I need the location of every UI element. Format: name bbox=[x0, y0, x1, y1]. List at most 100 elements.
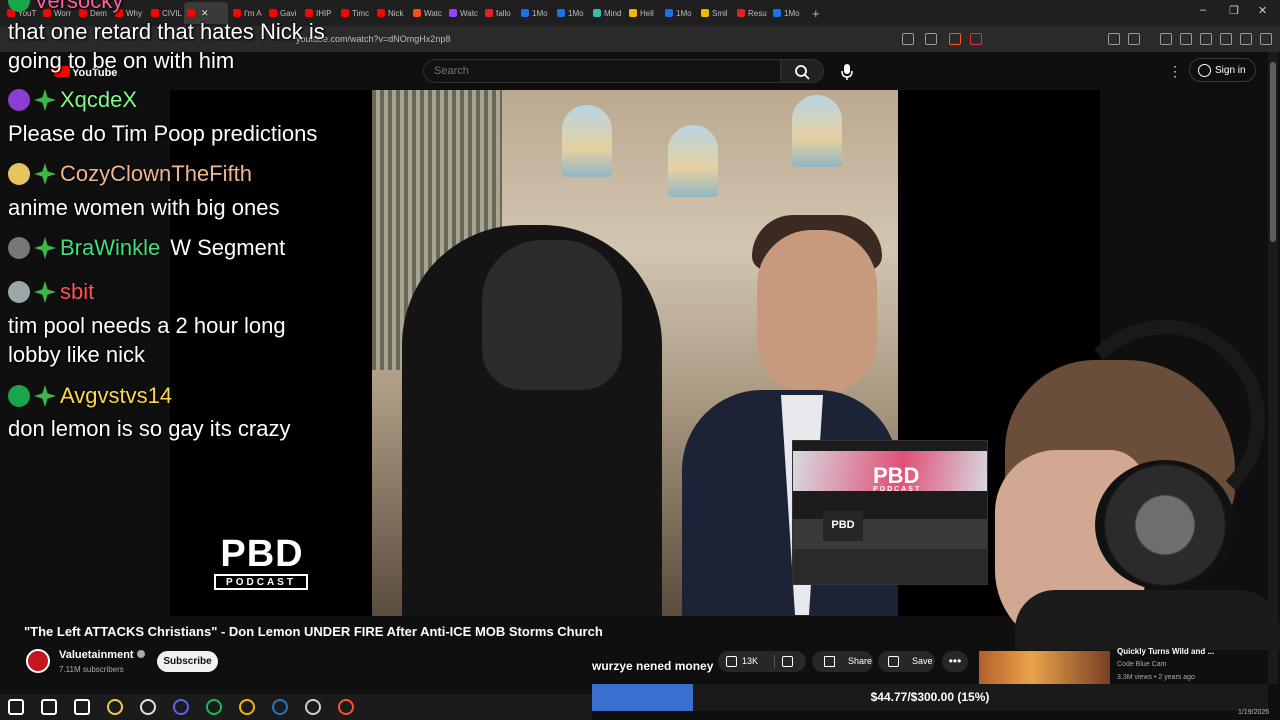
chat-badge-icon bbox=[8, 385, 30, 407]
recommended-meta: 3.3M views • 2 years ago bbox=[1117, 674, 1195, 681]
thumbs-down-icon[interactable] bbox=[782, 656, 793, 667]
tab-search-icon[interactable] bbox=[1128, 33, 1140, 45]
spotify-icon[interactable] bbox=[206, 699, 222, 715]
scrollbar-thumb[interactable] bbox=[1270, 62, 1276, 242]
knit-hat bbox=[482, 240, 622, 390]
chat-badge-icon bbox=[8, 281, 30, 303]
voice-search-button[interactable] bbox=[836, 60, 858, 82]
browser-menu-icon[interactable] bbox=[1260, 33, 1272, 45]
restore-button[interactable]: ❐ bbox=[1229, 4, 1239, 17]
playlist-add-icon bbox=[888, 656, 899, 667]
tab-favicon-icon bbox=[449, 9, 457, 17]
browser-tab[interactable]: Mind bbox=[590, 2, 624, 24]
downloads-icon[interactable] bbox=[1240, 33, 1252, 45]
browser-tab[interactable]: 1Mo bbox=[554, 2, 588, 24]
vpn-icon[interactable] bbox=[1220, 33, 1232, 45]
chat-username-row: Avgvstvs14 bbox=[8, 383, 172, 409]
subscriber-count: 7.11M subscribers bbox=[59, 665, 124, 674]
share-button[interactable]: Share bbox=[812, 651, 873, 672]
share-page-icon[interactable] bbox=[925, 33, 937, 45]
search-input[interactable] bbox=[423, 59, 781, 83]
tab-favicon-icon bbox=[485, 9, 493, 17]
steam-icon[interactable] bbox=[272, 699, 288, 715]
chat-message: tim pool needs a 2 hour long bbox=[8, 313, 286, 338]
chat-username-row: BraWinkle W Segment bbox=[8, 235, 285, 261]
stained-glass-window bbox=[792, 95, 842, 167]
like-dislike-group[interactable]: 13K bbox=[718, 651, 806, 672]
brave-icon[interactable] bbox=[338, 699, 354, 715]
stream-chat-overlay: Versocky that one retard that hates Nick … bbox=[0, 0, 370, 450]
file-explorer-icon[interactable] bbox=[107, 699, 123, 715]
browser-tab[interactable]: Nick bbox=[374, 2, 408, 24]
headphones-icon bbox=[1095, 460, 1235, 590]
tab-favicon-icon bbox=[557, 9, 565, 17]
settings-icon[interactable] bbox=[305, 699, 321, 715]
subscriber-gem-icon bbox=[34, 281, 56, 303]
task-view-icon[interactable] bbox=[74, 699, 90, 715]
tab-favicon-icon bbox=[737, 9, 745, 17]
channel-name[interactable]: Valuetainment bbox=[59, 649, 145, 661]
donation-goal-label: $44.77/$300.00 (15%) bbox=[870, 690, 990, 704]
sidebar-icon[interactable] bbox=[1180, 33, 1192, 45]
chat-message: lobby like nick bbox=[8, 342, 145, 367]
chat-username-row: CozyClownTheFifth bbox=[8, 161, 252, 187]
brave-shields-icon[interactable] bbox=[949, 33, 961, 45]
recommended-thumbnail[interactable] bbox=[979, 651, 1110, 684]
brave-rewards-icon[interactable] bbox=[970, 33, 982, 45]
chat-message: Please do Tim Poop predictions bbox=[8, 121, 318, 146]
stained-glass-window bbox=[562, 105, 612, 177]
obs-icon[interactable] bbox=[140, 699, 156, 715]
extensions-icon[interactable] bbox=[1108, 33, 1120, 45]
chat-username: XqcdeX bbox=[60, 87, 138, 112]
tab-label: Hell bbox=[640, 8, 654, 18]
settings-menu-button[interactable]: ⋮ bbox=[1168, 63, 1182, 80]
recommended-title[interactable]: Quickly Turns Wild and ... bbox=[1117, 647, 1214, 656]
browser-tab[interactable]: Watc bbox=[446, 2, 480, 24]
chat-username: Versocky bbox=[34, 0, 124, 13]
streamer-webcam bbox=[985, 300, 1280, 650]
stained-glass-window bbox=[668, 125, 718, 197]
tab-label: 1Mo bbox=[532, 8, 548, 18]
save-button[interactable]: Save bbox=[878, 651, 935, 672]
discord-icon[interactable] bbox=[173, 699, 189, 715]
pip-desk-logo: PBD bbox=[823, 511, 863, 541]
wallet-icon[interactable] bbox=[1200, 33, 1212, 45]
tab-label: Resu bbox=[748, 8, 767, 18]
minimize-button[interactable]: – bbox=[1200, 4, 1206, 16]
tts-message: wurzye nened money bbox=[592, 659, 714, 673]
browser-tab[interactable]: Watc bbox=[410, 2, 444, 24]
windows-taskbar bbox=[0, 694, 592, 720]
taskbar-search-icon[interactable] bbox=[41, 699, 57, 715]
chat-badge-icon bbox=[8, 0, 30, 12]
browser-tab[interactable]: Resu bbox=[734, 2, 768, 24]
share-label: Share bbox=[848, 656, 873, 666]
browser-tab[interactable]: 1Mo bbox=[770, 2, 804, 24]
close-window-button[interactable]: ✕ bbox=[1258, 4, 1267, 17]
streamer-shoulder bbox=[1015, 590, 1280, 650]
tab-label: 1Mo bbox=[568, 8, 584, 18]
new-tab-button[interactable]: + bbox=[812, 6, 820, 21]
chat-username: Avgvstvs14 bbox=[60, 383, 173, 408]
media-icon[interactable] bbox=[1160, 33, 1172, 45]
windows-start-icon[interactable] bbox=[8, 699, 24, 715]
save-label: Save bbox=[912, 656, 933, 666]
pip-logo-sub: PODCAST bbox=[873, 486, 922, 493]
browser-tab[interactable]: 1Mo bbox=[518, 2, 552, 24]
chrome-icon[interactable] bbox=[239, 699, 255, 715]
browser-tab[interactable]: 1Mo bbox=[662, 2, 696, 24]
screenshot-icon[interactable] bbox=[902, 33, 914, 45]
taskbar-clock[interactable]: 1/19/2026 bbox=[1238, 709, 1269, 716]
page-scrollbar[interactable] bbox=[1268, 52, 1278, 684]
recommended-channel[interactable]: Code Blue Cam bbox=[1117, 661, 1166, 668]
subscribe-button[interactable]: Subscribe bbox=[157, 651, 218, 672]
more-actions-button[interactable]: ••• bbox=[942, 651, 968, 672]
browser-tab[interactable]: fallo bbox=[482, 2, 516, 24]
browser-tab[interactable]: Smil bbox=[698, 2, 732, 24]
pbd-logo-sub: PODCAST bbox=[214, 574, 308, 590]
search-button[interactable] bbox=[780, 59, 824, 83]
chat-username-row: sbit bbox=[8, 279, 94, 305]
studio-floor bbox=[793, 549, 987, 584]
sign-in-button[interactable]: Sign in bbox=[1189, 58, 1256, 82]
channel-avatar[interactable] bbox=[26, 649, 50, 673]
browser-tab[interactable]: Hell bbox=[626, 2, 660, 24]
